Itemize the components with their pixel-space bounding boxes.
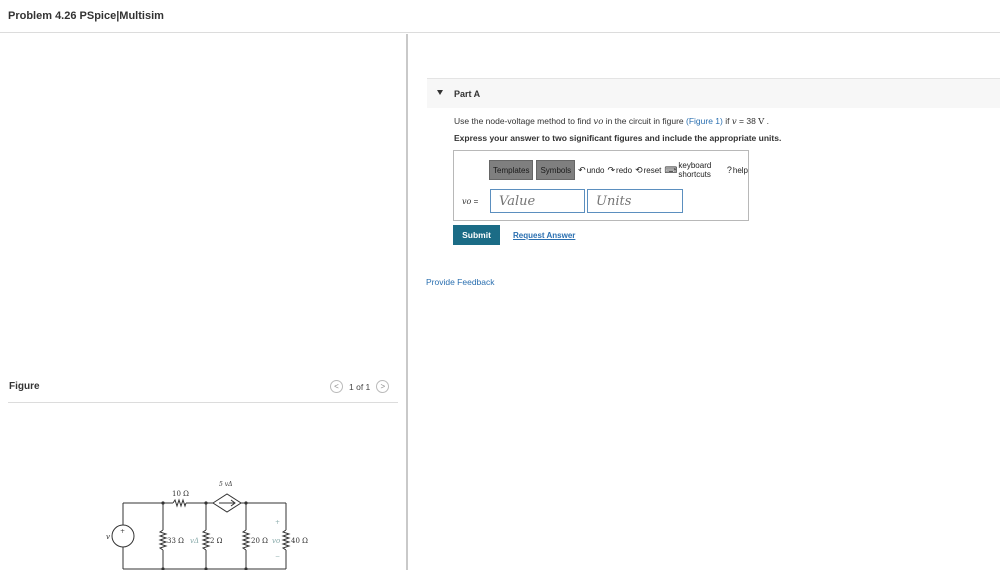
page-header: Problem 4.26 PSpice|Multisim [0, 0, 1000, 33]
figure-pager: < 1 of 1 > [330, 380, 390, 393]
undo-icon: ↶ [578, 164, 586, 175]
undo-button[interactable]: ↶ undo [578, 165, 604, 176]
source-label: v [106, 533, 110, 541]
figure-link[interactable]: (Figure 1) [686, 116, 723, 126]
symbols-button[interactable]: Symbols [536, 160, 576, 180]
submit-button[interactable]: Submit [453, 225, 500, 245]
vo-symbol: vo [593, 117, 604, 127]
next-figure-button[interactable]: > [376, 380, 390, 393]
source-plus: + [120, 528, 125, 535]
page-title: Problem 4.26 PSpice|Multisim [8, 10, 164, 22]
reset-button[interactable]: ⟲ reset [635, 165, 661, 176]
vdelta-label: vΔ [190, 537, 199, 545]
instruction-text: Express your answer to two significant f… [454, 133, 782, 143]
value-input[interactable] [490, 189, 585, 213]
units-input[interactable] [587, 189, 683, 213]
vo-label: vo [272, 537, 280, 545]
r1-label: 10 Ω [172, 490, 189, 498]
question-text: Use the node-voltage method to find vo i… [454, 116, 770, 127]
help-button[interactable]: ? help [727, 165, 748, 175]
r2-label: 33 Ω [167, 537, 184, 545]
keyboard-shortcuts-button[interactable]: ⌨ keyboard shortcuts [664, 161, 723, 179]
figure-panel: Figure < 1 of 1 > v + 10 Ω 33 Ω vΔ 2 Ω 5… [0, 34, 408, 570]
redo-button[interactable]: ↷ redo [608, 165, 633, 176]
r5-label: 40 Ω [291, 537, 308, 545]
request-answer-link[interactable]: Request Answer [513, 231, 575, 240]
vo-minus: − [275, 553, 280, 560]
r3-label: 2 Ω [210, 537, 223, 545]
keyboard-icon: ⌨ [664, 164, 678, 175]
help-icon: ? [726, 165, 732, 175]
figure-label: Figure [9, 381, 40, 392]
question-panel: Part A Use the node-voltage method to fi… [410, 34, 1000, 570]
r4-label: 20 Ω [251, 537, 268, 545]
reset-icon: ⟲ [635, 164, 643, 175]
part-a-header[interactable]: Part A [427, 78, 1000, 108]
figure-divider [8, 402, 398, 403]
redo-icon: ↷ [607, 164, 616, 175]
part-title: Part A [454, 89, 481, 99]
answer-box: Templates Symbols ↶ undo ↷ redo ⟲ reset ⌨ ke… [453, 150, 749, 221]
answer-variable-label: vo = [462, 197, 479, 206]
vo-plus: + [275, 519, 280, 526]
collapse-caret-icon[interactable] [437, 90, 443, 95]
provide-feedback-link[interactable]: Provide Feedback [426, 277, 495, 287]
dependent-source-label: 5 vΔ [219, 481, 232, 488]
figure-page-indicator: 1 of 1 [349, 381, 371, 392]
templates-button[interactable]: Templates [489, 160, 534, 180]
math-toolbar: Templates Symbols ↶ undo ↷ redo ⟲ reset ⌨ ke… [489, 159, 748, 181]
circuit-diagram: v + 10 Ω 33 Ω vΔ 2 Ω 5 vΔ 20 Ω vo + − 40… [106, 481, 308, 570]
prev-figure-button[interactable]: < [330, 380, 343, 393]
